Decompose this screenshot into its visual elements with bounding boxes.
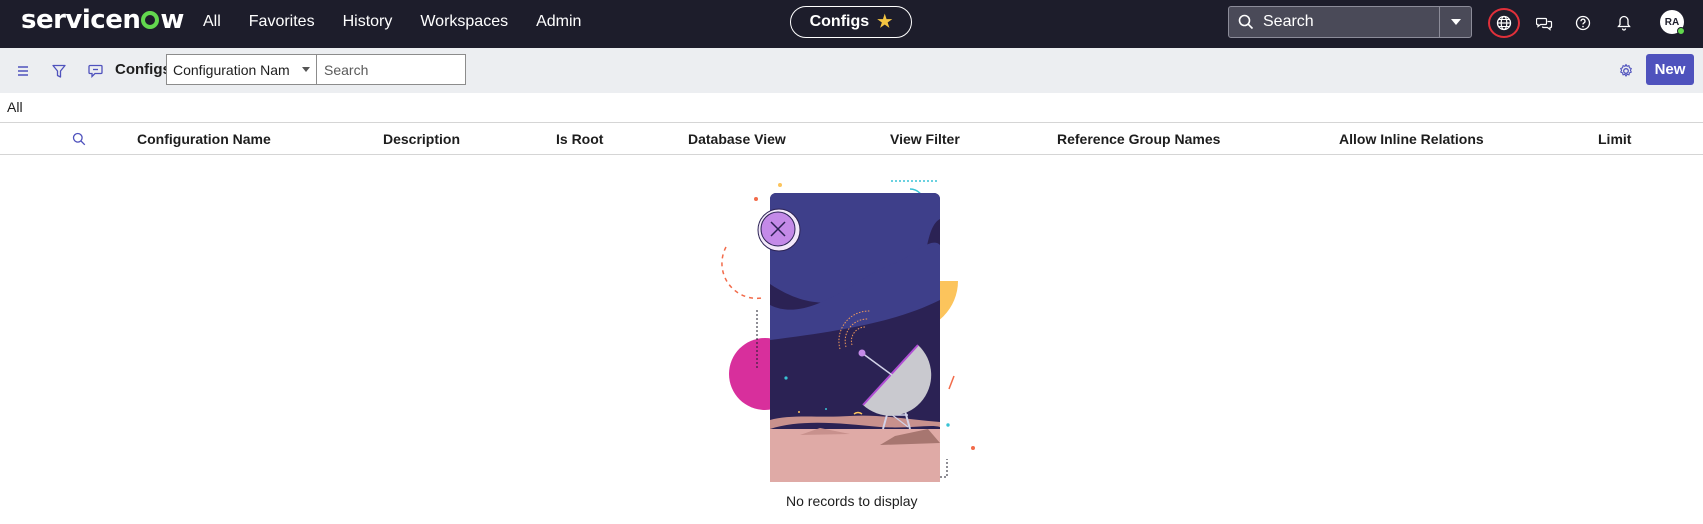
column-header-configuration-name[interactable]: Configuration Name <box>137 131 271 147</box>
list-settings-button[interactable] <box>1615 60 1637 82</box>
nav-admin[interactable]: Admin <box>536 13 581 31</box>
nav-favorites[interactable]: Favorites <box>249 13 315 31</box>
help-button[interactable] <box>1567 8 1599 38</box>
hamburger-icon <box>18 66 28 76</box>
help-icon <box>1575 15 1591 31</box>
global-search-input[interactable]: Search <box>1263 13 1439 31</box>
nav-history[interactable]: History <box>343 13 393 31</box>
list-toolbar: Configs Configuration Nam New <box>0 48 1703 93</box>
logo-text-end: w <box>160 5 184 35</box>
top-navigation-bar: servicen w All Favorites History Workspac… <box>0 0 1703 48</box>
logo-o-mark <box>141 11 160 29</box>
globe-button[interactable] <box>1488 8 1520 38</box>
breadcrumb[interactable]: All <box>7 99 23 115</box>
empty-state-message: No records to display <box>786 493 918 509</box>
column-header-limit[interactable]: Limit <box>1598 131 1631 147</box>
focus-ring <box>1488 8 1520 38</box>
servicenow-logo[interactable]: servicen w <box>21 5 184 35</box>
nav-workspaces[interactable]: Workspaces <box>420 13 508 31</box>
column-header-description[interactable]: Description <box>383 131 460 147</box>
caret-down-icon <box>302 67 310 72</box>
chevron-down-icon <box>1450 19 1461 25</box>
chat-button[interactable] <box>1528 8 1560 38</box>
search-scope-dropdown[interactable] <box>1439 7 1471 37</box>
bell-icon <box>1617 15 1631 31</box>
list-header-row: Configuration Name Description Is Root D… <box>0 122 1703 155</box>
star-icon[interactable]: ★ <box>877 12 892 32</box>
chat-bubbles-icon <box>1535 17 1552 31</box>
column-search-toggle[interactable] <box>72 132 86 151</box>
column-header-allow-inline-relations[interactable]: Allow Inline Relations <box>1339 131 1484 147</box>
presence-indicator <box>1677 27 1685 35</box>
column-header-database-view[interactable]: Database View <box>688 131 786 147</box>
column-header-view-filter[interactable]: View Filter <box>890 131 960 147</box>
search-field-select[interactable]: Configuration Nam <box>166 54 317 85</box>
comments-button[interactable] <box>84 60 106 82</box>
funnel-icon <box>52 64 66 78</box>
empty-state-illustration <box>721 180 975 482</box>
logo-text: servicen <box>21 5 141 35</box>
list-search-input[interactable] <box>316 54 466 85</box>
gear-icon <box>1620 63 1632 77</box>
dashed-arc-decor <box>721 246 763 300</box>
search-field-select-value: Configuration Nam <box>173 61 290 78</box>
list-title: Configs <box>115 61 171 78</box>
filter-button[interactable] <box>48 60 70 82</box>
search-icon <box>72 132 86 146</box>
global-search[interactable]: Search <box>1228 6 1472 38</box>
comment-icon <box>87 64 103 78</box>
notifications-button[interactable] <box>1608 8 1640 38</box>
context-pill-label: Configs <box>809 13 870 30</box>
close-icon <box>757 208 801 252</box>
search-icon <box>1229 14 1263 30</box>
context-pill[interactable]: Configs ★ <box>790 6 912 38</box>
column-header-reference-group-names[interactable]: Reference Group Names <box>1057 131 1220 147</box>
user-avatar[interactable]: RA <box>1660 10 1685 35</box>
new-record-button[interactable]: New <box>1646 54 1694 85</box>
nav-all[interactable]: All <box>203 13 221 31</box>
list-menu-button[interactable] <box>12 60 34 82</box>
column-header-is-root[interactable]: Is Root <box>556 131 603 147</box>
main-nav: All Favorites History Workspaces Admin <box>203 13 609 31</box>
avatar-initials: RA <box>1664 16 1680 28</box>
